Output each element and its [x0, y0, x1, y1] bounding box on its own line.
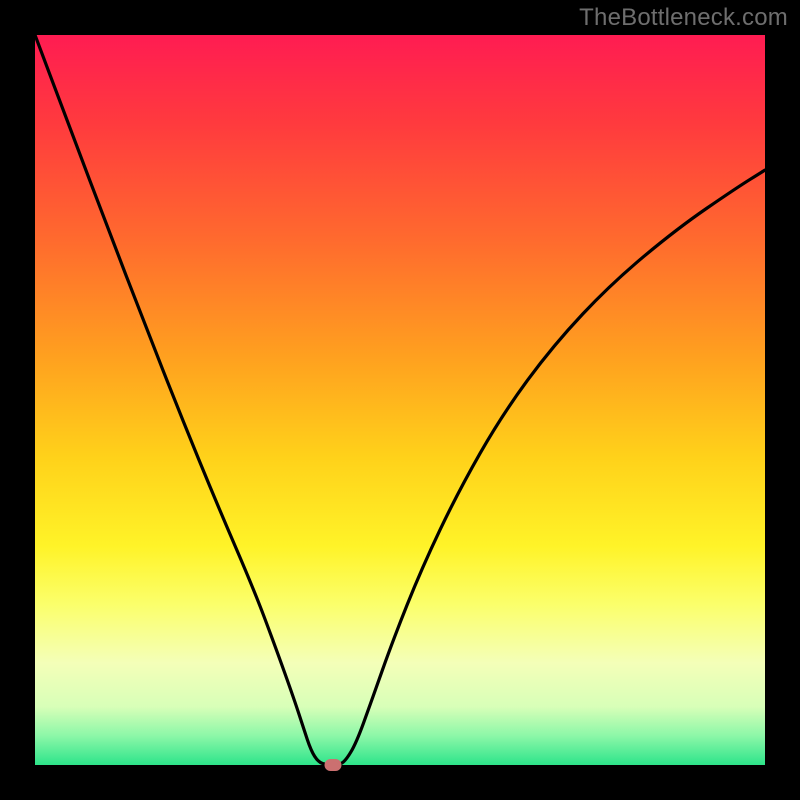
bottleneck-curve	[35, 35, 765, 765]
chart-frame: TheBottleneck.com	[0, 0, 800, 800]
watermark-text: TheBottleneck.com	[579, 4, 788, 32]
optimal-marker	[324, 759, 341, 771]
plot-area	[35, 35, 765, 765]
curve-svg	[35, 35, 765, 765]
